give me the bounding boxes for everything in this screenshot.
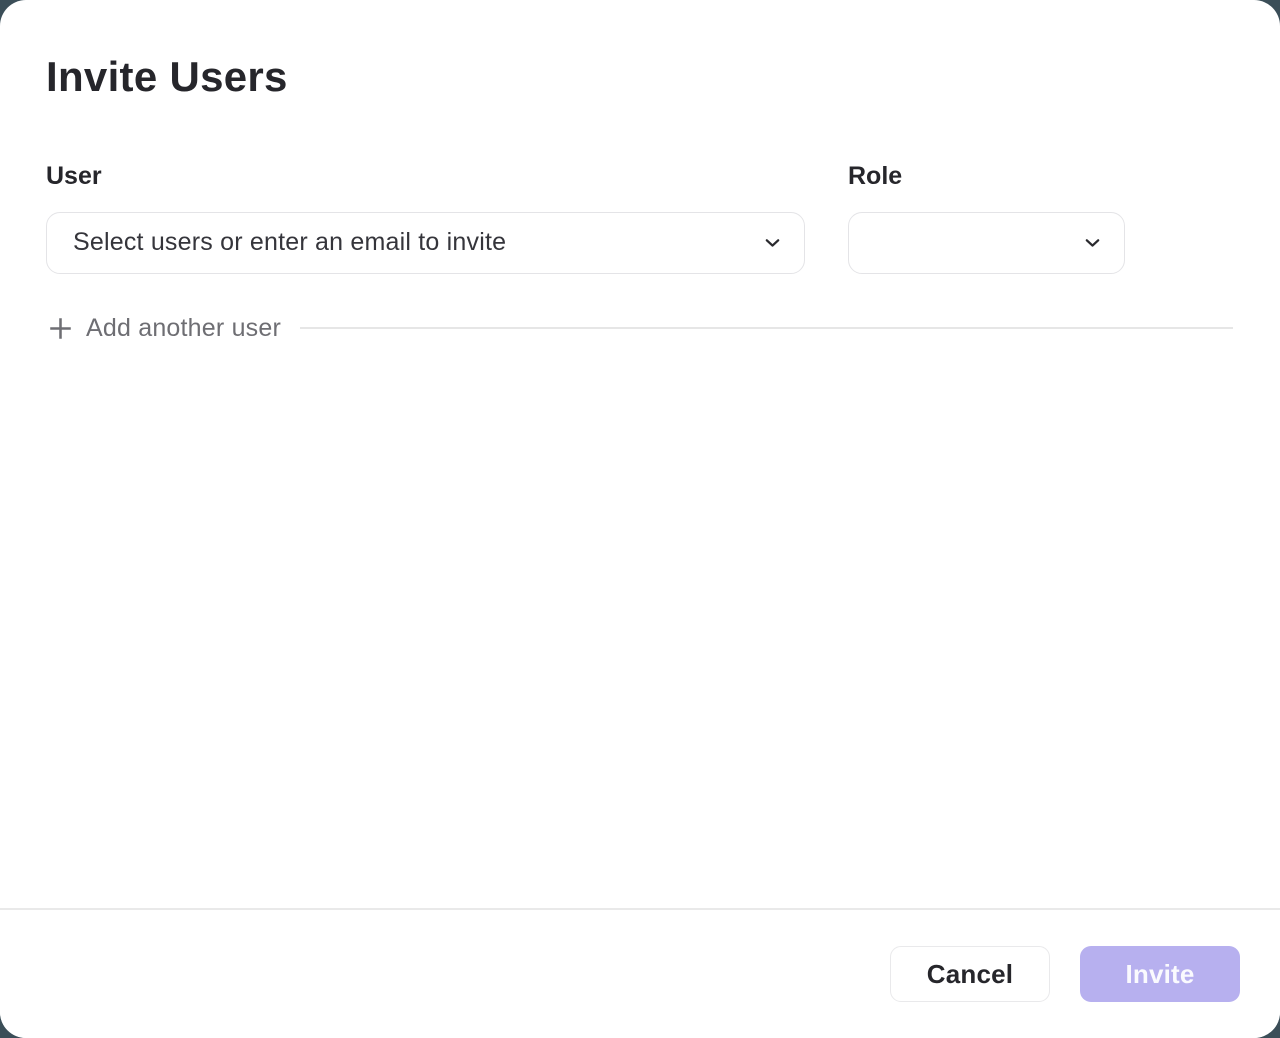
add-user-divider [300, 327, 1233, 329]
cancel-button[interactable]: Cancel [890, 946, 1050, 1002]
modal-title: Invite Users [46, 53, 1233, 101]
invite-form-row: User Select users or enter an email to i… [46, 163, 1233, 274]
user-select-placeholder: Select users or enter an email to invite [73, 228, 762, 257]
role-field-label: Role [848, 163, 1125, 191]
user-select[interactable]: Select users or enter an email to invite [46, 212, 805, 274]
user-field: User Select users or enter an email to i… [46, 163, 805, 274]
invite-button[interactable]: Invite [1080, 946, 1240, 1002]
plus-icon [46, 314, 75, 343]
add-another-user-button[interactable]: Add another user [46, 314, 281, 343]
role-select[interactable] [848, 212, 1125, 274]
chevron-down-icon [1082, 232, 1103, 253]
add-another-user-label: Add another user [86, 315, 281, 343]
chevron-down-icon [762, 232, 783, 253]
invite-users-modal: Invite Users User Select users or enter … [0, 0, 1280, 1038]
add-another-user-row: Add another user [46, 314, 1233, 343]
modal-body: Invite Users User Select users or enter … [0, 0, 1280, 908]
user-field-label: User [46, 163, 805, 191]
modal-footer: Cancel Invite [0, 908, 1280, 1038]
role-field: Role [848, 163, 1125, 274]
